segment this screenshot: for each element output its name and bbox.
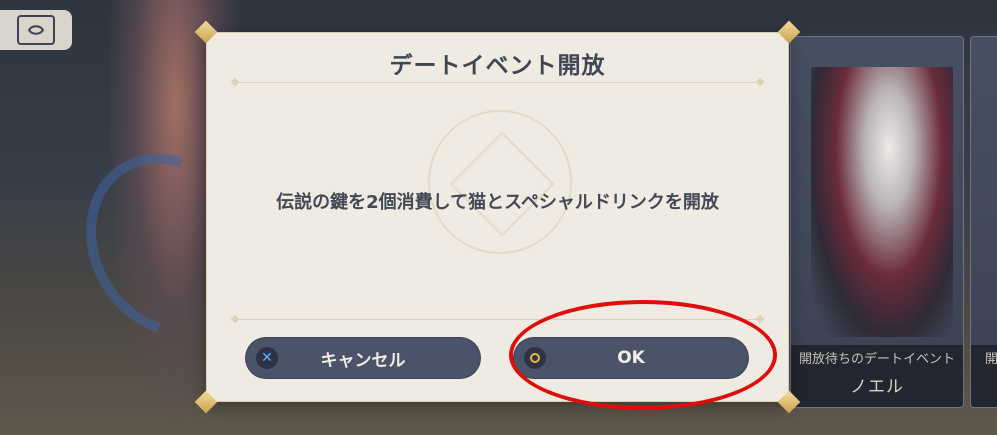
divider [232,82,763,83]
card-name: ノエル [850,377,904,397]
card-caption: 開放待ちのデートイベント [798,352,955,367]
cancel-button-label: キャンセル [320,350,406,371]
highlight-annotation [509,300,777,410]
dialog-title: デートイベント開放 [389,53,606,79]
dialogue-book-icon[interactable] [0,10,72,50]
character-portrait [811,67,953,337]
emblem-watermark-icon [428,110,572,254]
card-caption: 開 [985,352,997,367]
date-event-card-next[interactable]: 開 [970,36,997,408]
date-event-card-noelle[interactable]: 開放待ちのデートイベント ノエル [790,36,964,408]
dialog-message: 伝説の鍵を2個消費して猫とスペシャルドリンクを開放 [276,192,719,213]
x-button-icon: ✕ [256,347,278,369]
cancel-button[interactable]: ✕ キャンセル [246,338,480,378]
